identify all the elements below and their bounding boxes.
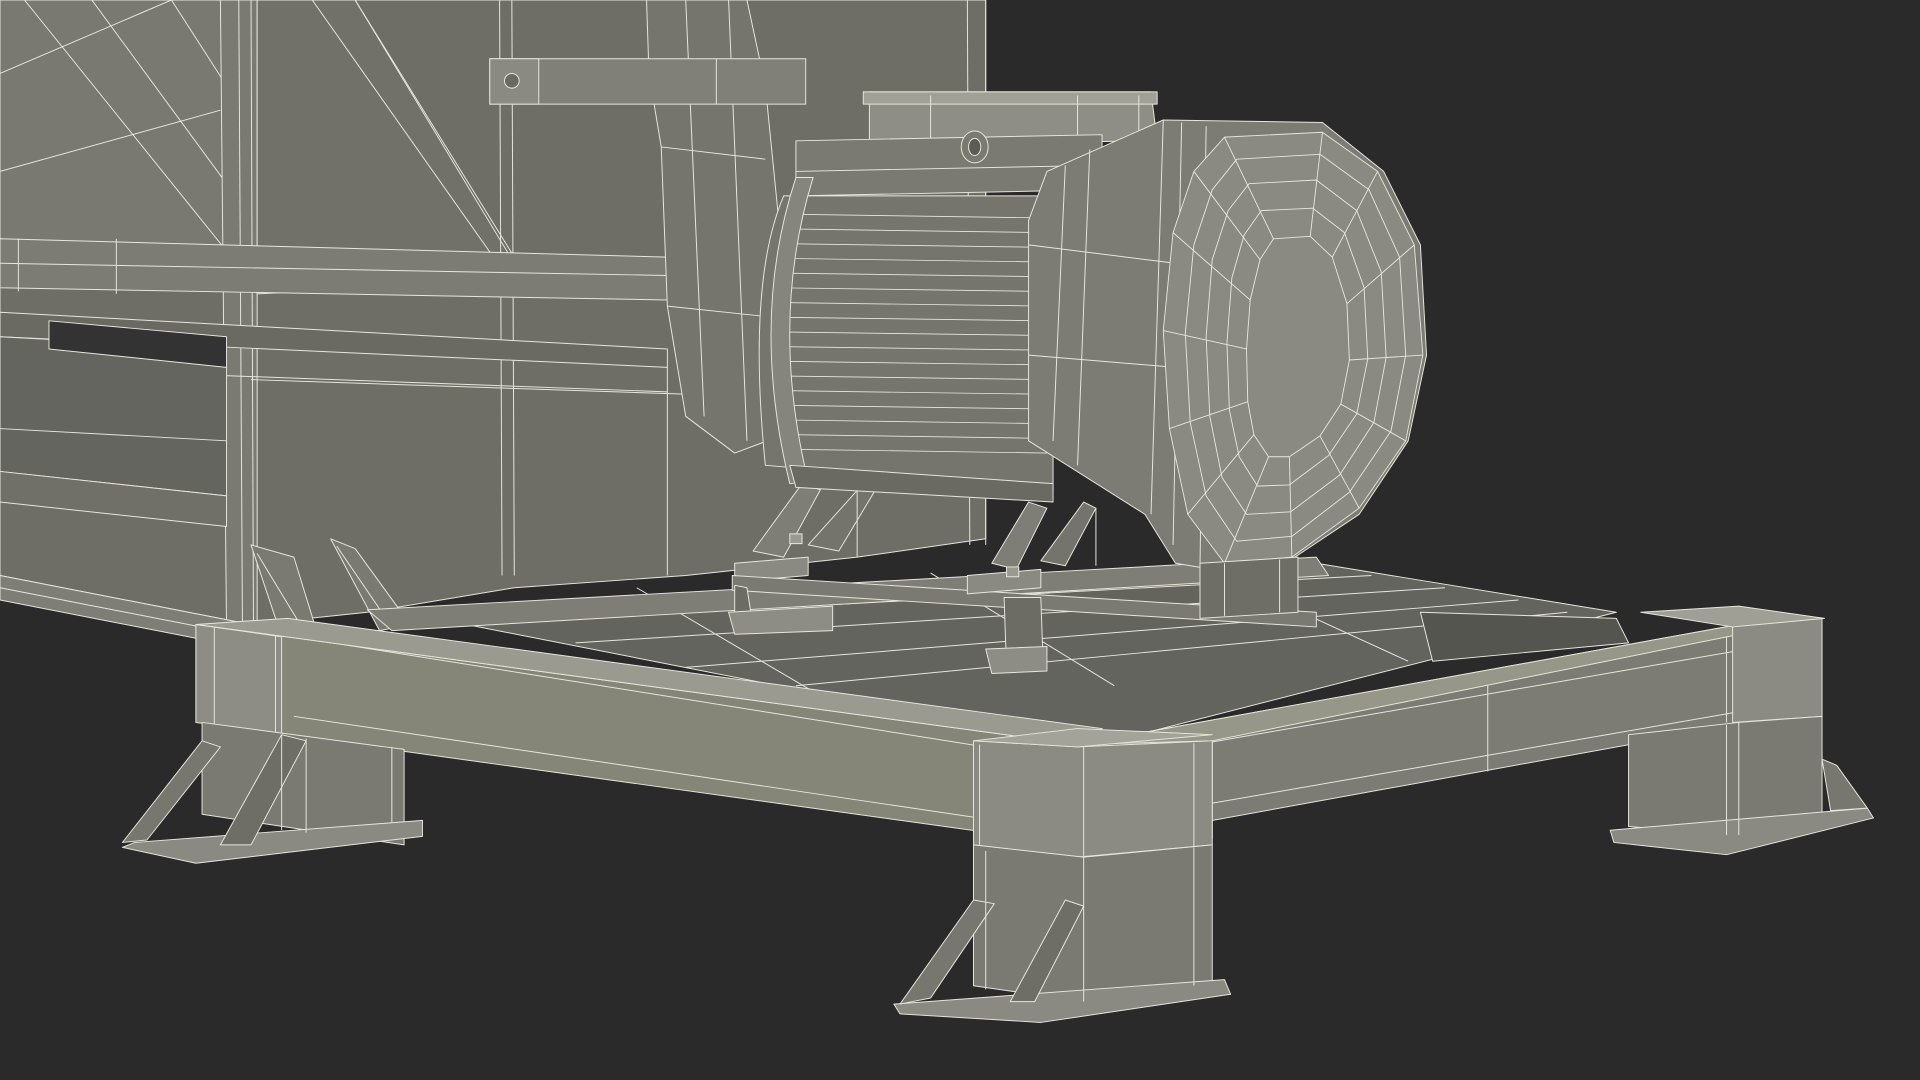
motor-plinth [1199, 556, 1299, 619]
top-bracket [489, 58, 807, 105]
render-viewport [0, 0, 1920, 1080]
wireframe-scene [0, 0, 1920, 1080]
